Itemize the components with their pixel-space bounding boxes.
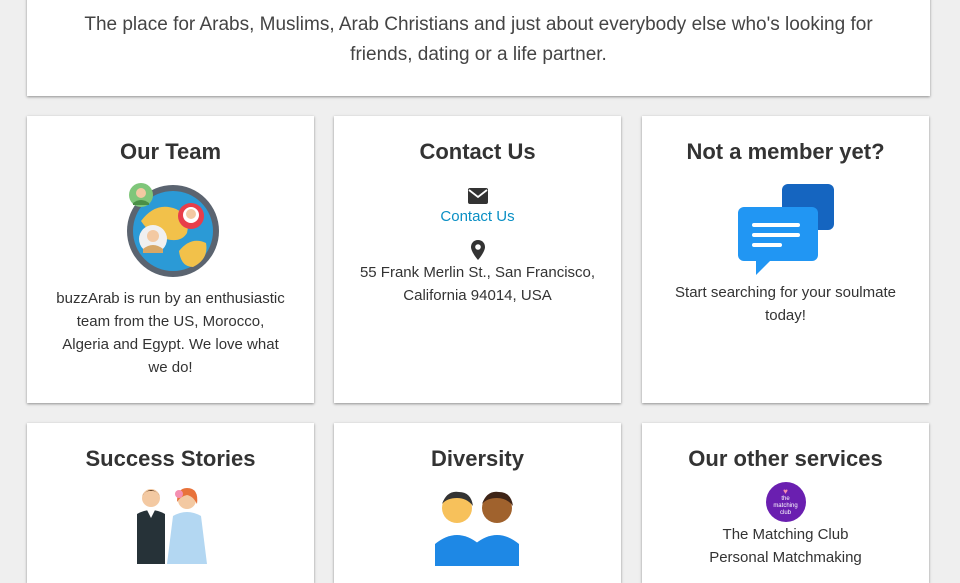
couple-icon (27, 484, 314, 564)
diversity-title: Diversity (431, 446, 524, 471)
our-team-title: Our Team (119, 139, 222, 164)
success-stories-title: Success Stories (85, 446, 256, 471)
location-pin-icon (334, 239, 621, 261)
not-member-title: Not a member yet? (686, 139, 885, 164)
mail-icon (334, 187, 621, 205)
heart-icon: ♥ (783, 486, 788, 496)
contact-us-title: Contact Us (419, 139, 536, 164)
matching-club-name[interactable]: The Matching Club (642, 523, 929, 546)
contact-us-link[interactable]: Contact Us (440, 208, 514, 225)
other-services-title: Our other services (688, 446, 883, 471)
matching-club-subtitle: Personal Matchmaking (709, 549, 862, 566)
contact-us-card: Contact Us Contact Us 55 Frank Merlin St… (334, 116, 621, 403)
not-member-text: Start searching for your soulmate today! (675, 284, 896, 324)
matching-club-logo[interactable]: ♥ the matching club (765, 482, 806, 522)
not-member-card: Not a member yet? Start searching for yo… (642, 116, 929, 403)
contact-address: 55 Frank Merlin St., San Francisco, Cali… (359, 264, 596, 304)
two-people-icon (334, 486, 621, 566)
our-team-card: Our Team buzzArab is run by an enthusias… (27, 116, 314, 403)
our-team-text: buzzArab is run by an enthusiastic team … (56, 290, 285, 376)
matching-club-logo-text: the matching club (773, 495, 798, 516)
diversity-card: Diversity (334, 423, 621, 583)
intro-card: The place for Arabs, Muslims, Arab Chris… (27, 0, 930, 96)
other-services-card: Our other services ♥ the matching club T… (642, 423, 929, 583)
team-globe-icon (27, 181, 314, 279)
chat-bubbles-icon (642, 183, 929, 277)
intro-text: The place for Arabs, Muslims, Arab Chris… (84, 14, 873, 65)
success-stories-card: Success Stories (27, 423, 314, 583)
